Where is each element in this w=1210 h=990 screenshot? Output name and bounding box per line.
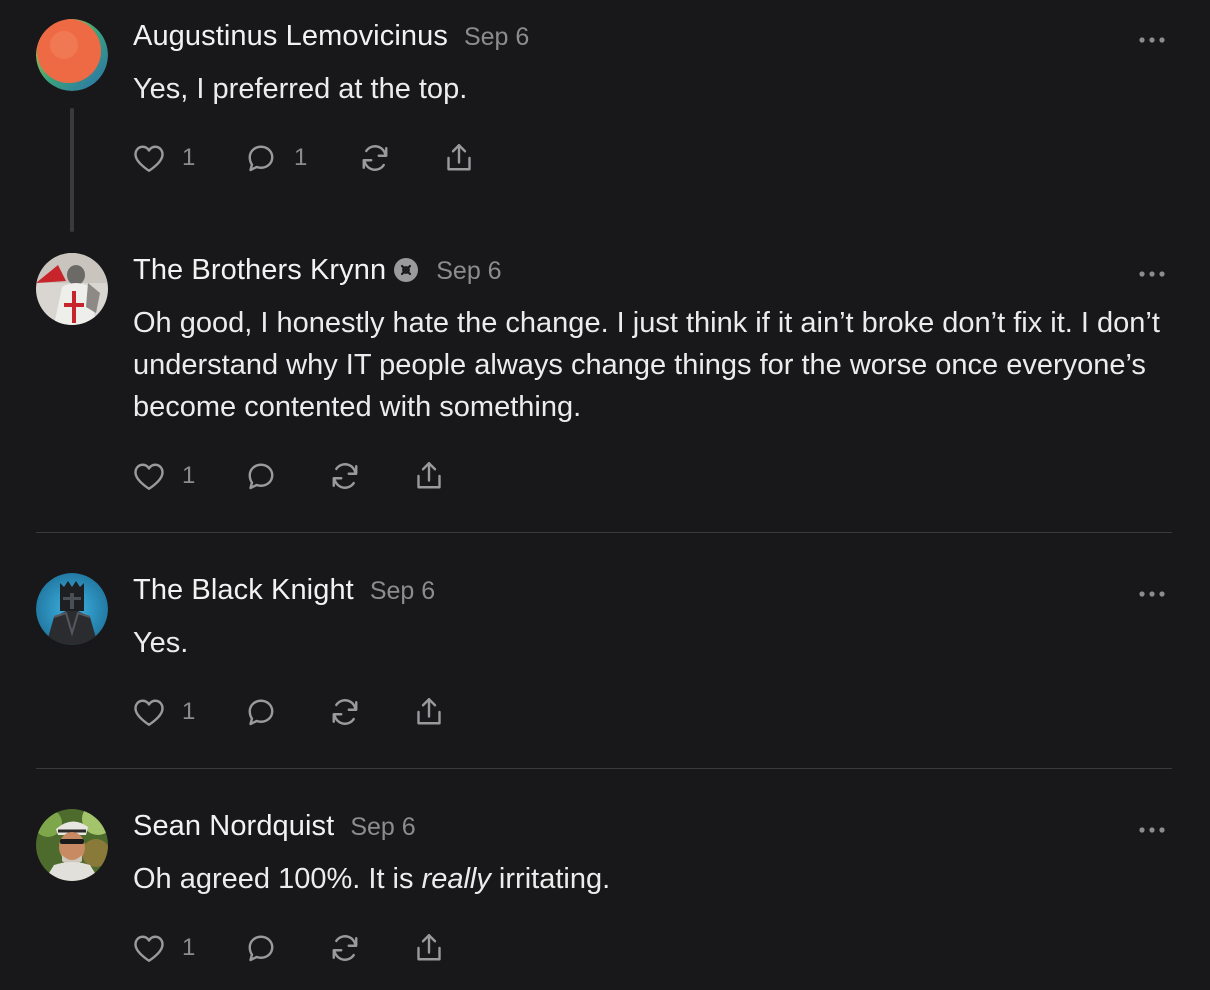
author-name[interactable]: Sean Nordquist xyxy=(133,810,334,843)
restack-button[interactable] xyxy=(327,456,411,496)
like-count: 1 xyxy=(182,462,196,489)
reply-button[interactable] xyxy=(243,928,327,968)
share-button[interactable] xyxy=(411,692,451,732)
avatar-image xyxy=(36,19,108,91)
founding-member-badge-icon xyxy=(394,258,419,282)
comment-bubble-icon xyxy=(243,694,279,730)
heart-icon xyxy=(131,930,167,966)
like-button[interactable]: 1 xyxy=(131,138,243,178)
comment-divider xyxy=(36,768,1172,769)
comment-date[interactable]: Sep 6 xyxy=(464,23,529,52)
author-name[interactable]: The Brothers Krynn xyxy=(133,254,386,287)
heart-icon xyxy=(131,694,167,730)
reply-button[interactable] xyxy=(243,456,327,496)
avatar-image xyxy=(36,573,108,645)
restack-button[interactable] xyxy=(327,928,411,968)
comment-header: Sean Nordquist Sep 6 xyxy=(133,810,416,843)
like-count: 1 xyxy=(182,698,196,725)
comment-thread: Augustinus Lemovicinus Sep 6 Yes, I pref… xyxy=(0,0,1210,990)
comment-actions: 1 xyxy=(131,692,451,732)
like-count: 1 xyxy=(182,144,196,171)
avatar[interactable] xyxy=(36,253,108,325)
reply-button[interactable]: 1 xyxy=(243,138,357,178)
restack-button[interactable] xyxy=(357,138,441,178)
comment-bubble-icon xyxy=(243,140,279,176)
comment-date[interactable]: Sep 6 xyxy=(370,577,435,606)
share-icon xyxy=(411,458,447,494)
share-button[interactable] xyxy=(411,456,451,496)
comment-bubble-icon xyxy=(243,458,279,494)
heart-icon xyxy=(131,458,167,494)
comment-text-part: irritating. xyxy=(490,863,611,895)
comment-date[interactable]: Sep 6 xyxy=(350,813,415,842)
comment-header: Augustinus Lemovicinus Sep 6 xyxy=(133,20,529,53)
thread-line xyxy=(70,108,74,232)
reply-count: 1 xyxy=(294,144,308,171)
restack-icon xyxy=(327,930,363,966)
comment-header: The Brothers Krynn Sep 6 xyxy=(133,254,502,287)
comment-bubble-icon xyxy=(243,930,279,966)
avatar-image xyxy=(36,253,108,325)
restack-icon xyxy=(327,694,363,730)
comment-actions: 1 1 xyxy=(131,138,481,178)
avatar-image xyxy=(36,809,108,881)
more-options-icon[interactable] xyxy=(1138,33,1166,45)
restack-icon xyxy=(327,458,363,494)
restack-icon xyxy=(357,140,393,176)
author-name[interactable]: The Black Knight xyxy=(133,574,354,607)
share-icon xyxy=(441,140,477,176)
comment-text-part: Oh agreed 100%. It is xyxy=(133,863,422,895)
like-button[interactable]: 1 xyxy=(131,456,243,496)
like-button[interactable]: 1 xyxy=(131,928,243,968)
like-count: 1 xyxy=(182,934,196,961)
share-icon xyxy=(411,694,447,730)
more-options-icon[interactable] xyxy=(1138,267,1166,279)
comment-actions: 1 xyxy=(131,928,451,968)
comment-text: Yes, I preferred at the top. xyxy=(133,73,468,105)
share-button[interactable] xyxy=(411,928,451,968)
comment-text: Oh good, I honestly hate the change. I j… xyxy=(133,307,1160,423)
share-icon xyxy=(411,930,447,966)
comment-header: The Black Knight Sep 6 xyxy=(133,574,435,607)
comment-divider xyxy=(36,532,1172,533)
avatar[interactable] xyxy=(36,573,108,645)
reply-button[interactable] xyxy=(243,692,327,732)
comment-text: Yes. xyxy=(133,627,189,659)
like-button[interactable]: 1 xyxy=(131,692,243,732)
restack-button[interactable] xyxy=(327,692,411,732)
comment-date[interactable]: Sep 6 xyxy=(436,257,501,286)
more-options-icon[interactable] xyxy=(1138,587,1166,599)
comment-actions: 1 xyxy=(131,456,451,496)
author-name[interactable]: Augustinus Lemovicinus xyxy=(133,20,448,53)
more-options-icon[interactable] xyxy=(1138,823,1166,835)
comment-text-emphasis: really xyxy=(421,863,491,895)
heart-icon xyxy=(131,140,167,176)
share-button[interactable] xyxy=(441,138,481,178)
avatar[interactable] xyxy=(36,809,108,881)
comment-text: Oh agreed 100%. It is really irritating. xyxy=(133,858,1178,900)
avatar[interactable] xyxy=(36,19,108,91)
